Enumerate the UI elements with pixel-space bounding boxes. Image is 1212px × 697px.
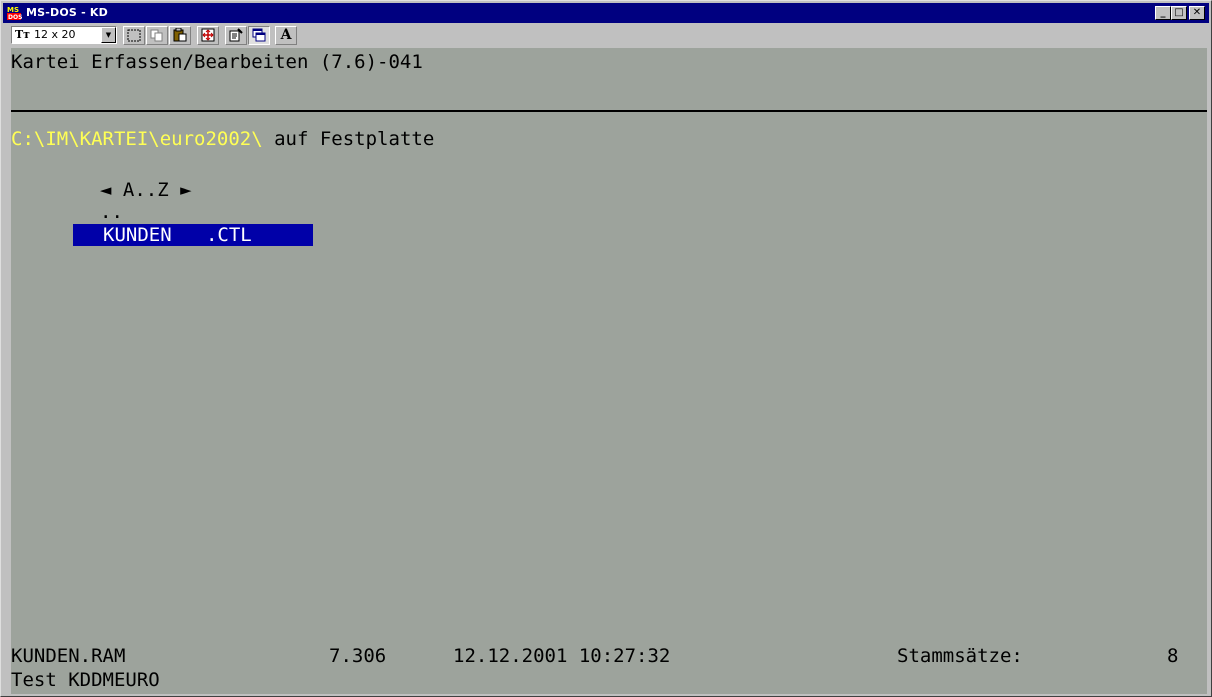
svg-text:MS: MS xyxy=(7,6,19,14)
path-line: C:\IM\KARTEI\euro2002\ auf Festplatte xyxy=(11,127,434,151)
toolbar: Tт 12 x 20 ▼ A xyxy=(3,24,1209,46)
font-size-select[interactable]: Tт 12 x 20 ▼ xyxy=(11,26,117,44)
header-divider xyxy=(11,110,1207,112)
msdos-app-icon[interactable]: MS DOS xyxy=(6,5,22,21)
close-icon: ✕ xyxy=(1192,7,1202,18)
font-icon: A xyxy=(280,27,292,43)
parent-directory-item[interactable]: .. xyxy=(100,200,123,224)
minimize-icon: _ xyxy=(1160,7,1166,18)
mark-icon xyxy=(127,29,141,42)
status-version: 7.306 xyxy=(329,645,387,667)
svg-text:DOS: DOS xyxy=(8,14,22,21)
title-bar[interactable]: MS DOS MS-DOS - KD _ □ ✕ xyxy=(3,3,1209,23)
fullscreen-icon xyxy=(201,28,215,42)
file-item-selected[interactable]: KUNDEN .CTL xyxy=(73,224,313,246)
chevron-down-icon[interactable]: ▼ xyxy=(101,27,116,43)
status-datetime: 12.12.2001 10:27:32 xyxy=(453,645,671,667)
close-button[interactable]: ✕ xyxy=(1189,6,1205,20)
program-header: Kartei Erfassen/Bearbeiten (7.6)-041 xyxy=(11,51,423,73)
status-comment: Test KDDMEURO xyxy=(11,669,160,691)
status-filename: KUNDEN.RAM xyxy=(11,645,126,667)
properties-button[interactable] xyxy=(225,26,247,45)
current-path: C:\IM\KARTEI\euro2002\ xyxy=(11,128,263,150)
truetype-icon: Tт xyxy=(15,28,31,41)
sort-toggle[interactable]: ◄ A..Z ► xyxy=(100,178,192,202)
records-count: 8 xyxy=(1167,645,1179,667)
properties-icon xyxy=(229,28,243,42)
paste-button[interactable] xyxy=(169,26,191,45)
minimize-button[interactable]: _ xyxy=(1155,6,1171,20)
font-button[interactable]: A xyxy=(275,26,297,45)
fullscreen-button[interactable] xyxy=(197,26,219,45)
window-title: MS-DOS - KD xyxy=(26,6,108,19)
msdos-window: MS DOS MS-DOS - KD _ □ ✕ Tт 12 x 20 ▼ A … xyxy=(0,0,1212,697)
copy-button[interactable] xyxy=(146,26,168,45)
background-icon xyxy=(252,28,266,42)
font-size-value: 12 x 20 xyxy=(34,28,76,41)
path-location: auf Festplatte xyxy=(262,128,435,150)
console-screen[interactable]: Kartei Erfassen/Bearbeiten (7.6)-041 C:\… xyxy=(11,48,1207,694)
maximize-icon: □ xyxy=(1174,7,1184,18)
maximize-button[interactable]: □ xyxy=(1171,6,1187,20)
records-label: Stammsätze: xyxy=(897,645,1023,667)
mark-button[interactable] xyxy=(123,26,145,45)
paste-icon xyxy=(173,27,187,42)
background-button[interactable] xyxy=(248,26,270,45)
copy-icon xyxy=(150,29,163,42)
